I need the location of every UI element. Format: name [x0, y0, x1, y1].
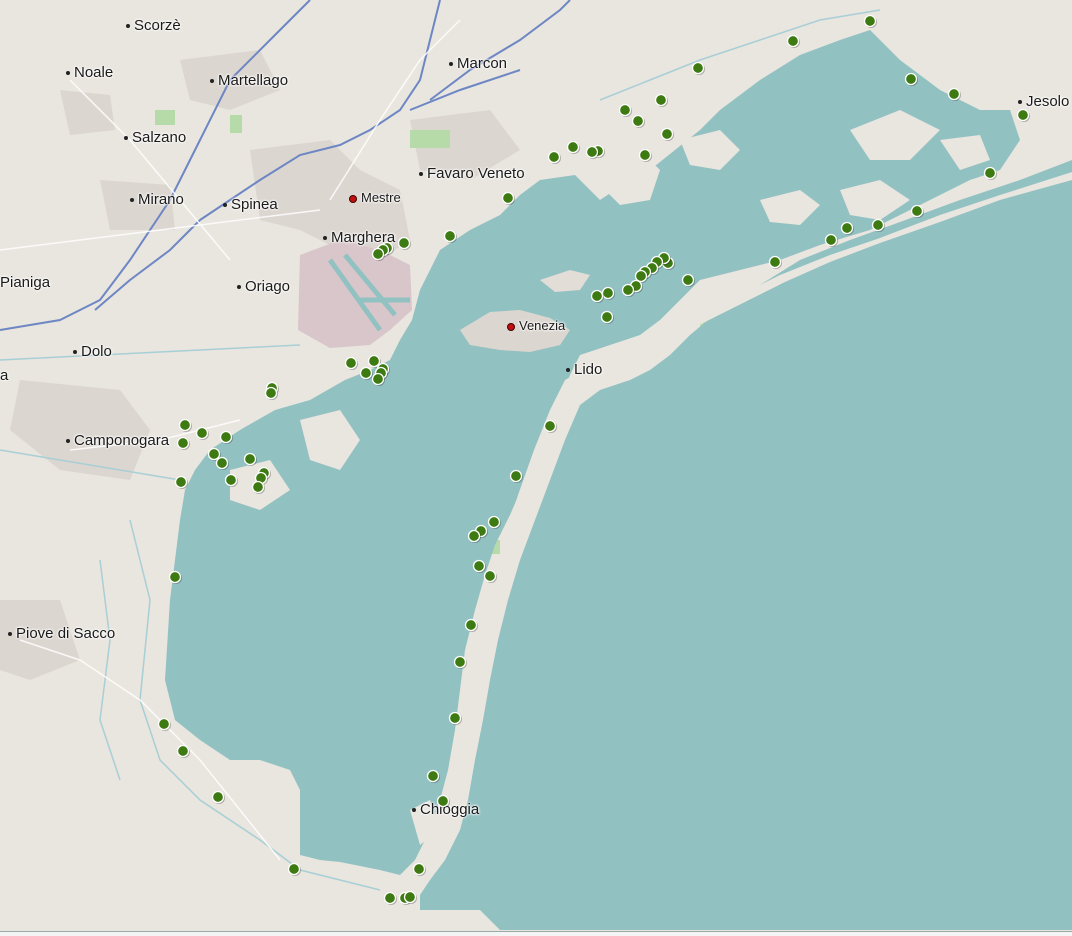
- map-marker[interactable]: [681, 273, 696, 288]
- map-marker[interactable]: [243, 452, 258, 467]
- map-marker[interactable]: [638, 148, 653, 163]
- map-marker[interactable]: [501, 191, 516, 206]
- map-marker[interactable]: [412, 862, 427, 877]
- map-marker[interactable]: [397, 236, 412, 251]
- map-marker[interactable]: [654, 93, 669, 108]
- map-marker[interactable]: [448, 711, 463, 726]
- map-marker[interactable]: [178, 418, 193, 433]
- map-marker[interactable]: [383, 891, 398, 906]
- map-marker[interactable]: [947, 87, 962, 102]
- map-marker[interactable]: [786, 34, 801, 49]
- map-marker[interactable]: [863, 14, 878, 29]
- map-marker[interactable]: [547, 150, 562, 165]
- map-marker[interactable]: [464, 618, 479, 633]
- map-marker[interactable]: [195, 426, 210, 441]
- map-marker[interactable]: [211, 790, 226, 805]
- map-marker[interactable]: [543, 419, 558, 434]
- map-marker[interactable]: [443, 229, 458, 244]
- map-marker[interactable]: [168, 570, 183, 585]
- map-marker[interactable]: [359, 366, 374, 381]
- map-marker[interactable]: [660, 127, 675, 142]
- map-marker[interactable]: [691, 61, 706, 76]
- map-marker[interactable]: [215, 456, 230, 471]
- map-canvas[interactable]: Scorzè Noale Martellago Marcon Salzano M…: [0, 0, 1072, 936]
- map-marker[interactable]: [174, 475, 189, 490]
- map-marker[interactable]: [618, 103, 633, 118]
- map-marker[interactable]: [983, 166, 998, 181]
- map-marker[interactable]: [176, 436, 191, 451]
- map-marker[interactable]: [509, 469, 524, 484]
- map-marker[interactable]: [840, 221, 855, 236]
- map-marker[interactable]: [426, 769, 441, 784]
- map-marker[interactable]: [453, 655, 468, 670]
- map-marker[interactable]: [871, 218, 886, 233]
- map-marker[interactable]: [224, 473, 239, 488]
- map-marker[interactable]: [287, 862, 302, 877]
- map-marker[interactable]: [1016, 108, 1031, 123]
- markers-layer: [157, 14, 1031, 906]
- map-marker[interactable]: [157, 717, 172, 732]
- map-marker[interactable]: [910, 204, 925, 219]
- map-marker[interactable]: [176, 744, 191, 759]
- map-marker[interactable]: [600, 310, 615, 325]
- map-marker[interactable]: [472, 559, 487, 574]
- map-marker[interactable]: [436, 794, 451, 809]
- map-bottom-border: [0, 931, 1072, 936]
- map-marker[interactable]: [219, 430, 234, 445]
- map-marker[interactable]: [824, 233, 839, 248]
- map-marker[interactable]: [487, 515, 502, 530]
- map-marker[interactable]: [566, 140, 581, 155]
- map-marker[interactable]: [344, 356, 359, 371]
- map-marker[interactable]: [631, 114, 646, 129]
- map-marker[interactable]: [601, 286, 616, 301]
- map-marker[interactable]: [904, 72, 919, 87]
- map-marker[interactable]: [768, 255, 783, 270]
- map-marker[interactable]: [483, 569, 498, 584]
